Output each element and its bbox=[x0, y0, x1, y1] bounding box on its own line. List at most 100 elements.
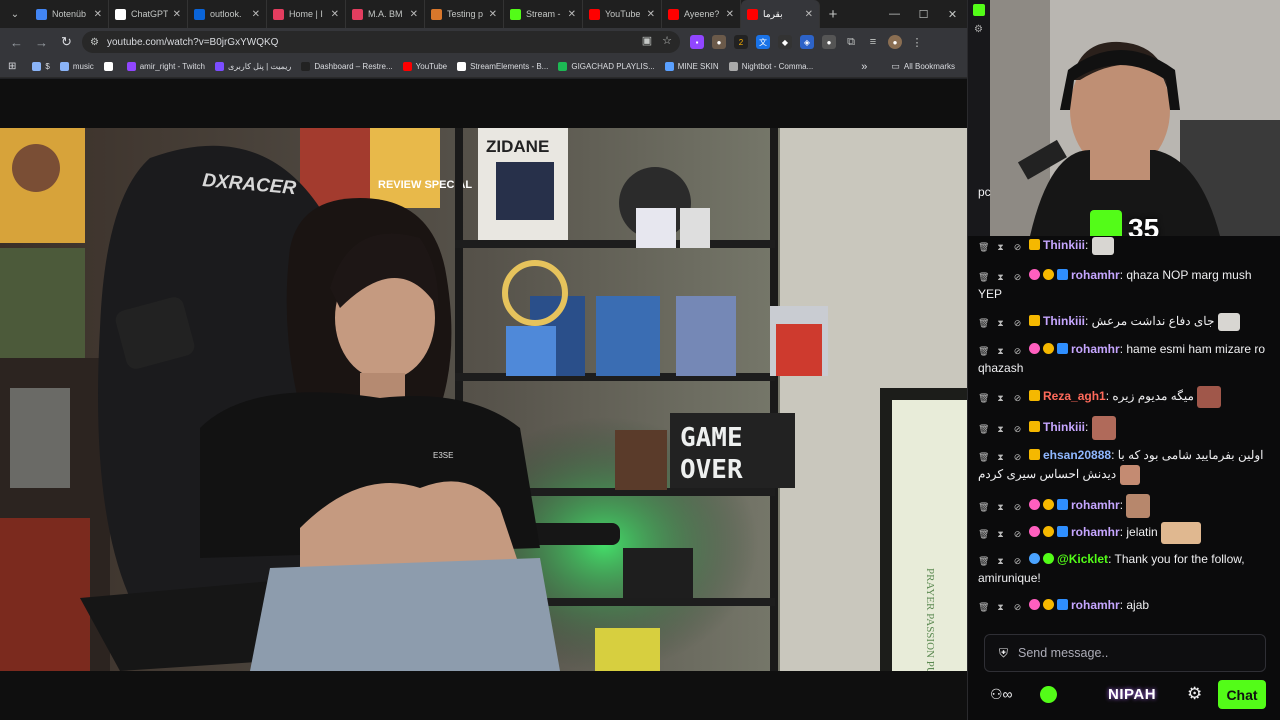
ban-icon[interactable]: ⊘ bbox=[1012, 393, 1023, 404]
chat-username[interactable]: Thinkiii bbox=[1043, 238, 1085, 252]
tab-close-icon[interactable]: ✕ bbox=[331, 9, 339, 20]
maximize-icon[interactable]: ☐ bbox=[909, 0, 938, 28]
chat-username[interactable]: Thinkiii bbox=[1043, 314, 1085, 328]
ban-icon[interactable]: ⊘ bbox=[1012, 602, 1023, 613]
delete-icon[interactable]: 🗑 bbox=[978, 502, 989, 513]
chat-username[interactable]: rohamhr bbox=[1071, 342, 1120, 356]
timeout-icon[interactable]: ⧗ bbox=[995, 242, 1006, 253]
delete-icon[interactable]: 🗑 bbox=[978, 242, 989, 253]
bookmark-item[interactable]: amir_right - Twitch bbox=[123, 62, 209, 71]
chat-username[interactable]: rohamhr bbox=[1071, 268, 1120, 282]
close-window-icon[interactable]: ✕ bbox=[938, 0, 967, 28]
browser-tab[interactable]: بقرما ✕ bbox=[741, 0, 820, 28]
delete-icon[interactable]: 🗑 bbox=[978, 452, 989, 463]
ban-icon[interactable]: ⊘ bbox=[1012, 242, 1023, 253]
browser-tab[interactable]: Testing p ✕ bbox=[425, 0, 504, 28]
delete-icon[interactable]: 🗑 bbox=[978, 529, 989, 540]
browser-tab[interactable]: Stream - ✕ bbox=[504, 0, 583, 28]
bookmark-item[interactable]: Nightbot - Comma... bbox=[725, 62, 818, 71]
apps-grid-icon[interactable]: ⊞ bbox=[8, 61, 16, 72]
extension-avatar-icon[interactable]: ● bbox=[822, 35, 836, 49]
tab-close-icon[interactable]: ✕ bbox=[805, 9, 813, 20]
chat-username[interactable]: rohamhr bbox=[1071, 598, 1120, 612]
bookmark-item[interactable]: MINE SKIN bbox=[661, 62, 723, 71]
chat-username[interactable]: rohamhr bbox=[1071, 498, 1120, 512]
popout-settings-icon[interactable]: ⚙ bbox=[974, 24, 984, 35]
ban-icon[interactable]: ⊘ bbox=[1012, 529, 1023, 540]
tab-close-icon[interactable]: ✕ bbox=[647, 9, 655, 20]
browser-tab[interactable]: outlook. ✕ bbox=[188, 0, 267, 28]
bookmark-star-icon[interactable]: ☆ bbox=[662, 34, 672, 47]
bookmark-item[interactable]: StreamElements - B... bbox=[453, 62, 552, 71]
delete-icon[interactable]: 🗑 bbox=[978, 393, 989, 404]
delete-icon[interactable]: 🗑 bbox=[978, 556, 989, 567]
minimize-icon[interactable]: — bbox=[880, 0, 909, 28]
timeout-icon[interactable]: ⧗ bbox=[995, 502, 1006, 513]
all-bookmarks[interactable]: ▭ All Bookmarks bbox=[887, 61, 959, 72]
video-player[interactable]: REVIEW SPECIAL ZIDANE GAME OVER PRAYER P… bbox=[0, 128, 967, 671]
extension-diamond-icon[interactable]: ◆ bbox=[778, 35, 792, 49]
timeout-icon[interactable]: ⧗ bbox=[995, 602, 1006, 613]
browser-tab[interactable]: Ayeene? ✕ bbox=[662, 0, 741, 28]
ban-icon[interactable]: ⊘ bbox=[1012, 452, 1023, 463]
chat-username[interactable]: @Kicklet bbox=[1057, 552, 1108, 566]
browser-tab[interactable]: ChatGPT ✕ bbox=[109, 0, 188, 28]
browser-tab[interactable]: YouTube ✕ bbox=[583, 0, 662, 28]
extension-shield-icon[interactable]: ◈ bbox=[800, 35, 814, 49]
tab-close-icon[interactable]: ✕ bbox=[489, 9, 497, 20]
browser-tab[interactable]: Notenüb ✕ bbox=[30, 0, 109, 28]
timeout-icon[interactable]: ⧗ bbox=[995, 346, 1006, 357]
tab-close-icon[interactable]: ✕ bbox=[410, 9, 418, 20]
timeout-icon[interactable]: ⧗ bbox=[995, 318, 1006, 329]
tab-close-icon[interactable]: ✕ bbox=[252, 9, 260, 20]
ban-icon[interactable]: ⊘ bbox=[1012, 424, 1023, 435]
extension-badge-icon[interactable]: 2 bbox=[734, 35, 748, 49]
back-icon[interactable]: ← bbox=[4, 35, 29, 50]
timeout-icon[interactable]: ⧗ bbox=[995, 529, 1006, 540]
extension-puzzle-icon[interactable]: ⧉ bbox=[844, 35, 858, 49]
ban-icon[interactable]: ⊘ bbox=[1012, 502, 1023, 513]
ban-icon[interactable]: ⊘ bbox=[1012, 346, 1023, 357]
channel-points-icon[interactable]: ⚇∞ bbox=[990, 686, 1013, 703]
delete-icon[interactable]: 🗑 bbox=[978, 346, 989, 357]
ban-icon[interactable]: ⊘ bbox=[1012, 272, 1023, 283]
timeout-icon[interactable]: ⧗ bbox=[995, 272, 1006, 283]
chat-send-button[interactable]: Chat bbox=[1218, 680, 1266, 709]
bookmark-item[interactable]: GIGACHAD PLAYLIS... bbox=[554, 62, 658, 71]
chat-username[interactable]: Thinkiii bbox=[1043, 420, 1085, 434]
browser-tab[interactable]: Home | I ✕ bbox=[267, 0, 346, 28]
bookmark-item[interactable]: music bbox=[56, 62, 98, 71]
forward-icon[interactable]: → bbox=[29, 35, 54, 50]
kick-emote-icon[interactable] bbox=[1040, 686, 1057, 703]
bookmark-item[interactable] bbox=[100, 62, 121, 71]
extension-translate-icon[interactable]: 文 bbox=[756, 35, 770, 49]
profile-avatar[interactable]: ● bbox=[888, 35, 902, 49]
bookmark-item[interactable]: ریمیت | پنل کاربری bbox=[211, 62, 295, 71]
browser-tab[interactable]: M.A. BM ✕ bbox=[346, 0, 425, 28]
timeout-icon[interactable]: ⧗ bbox=[995, 424, 1006, 435]
bookmarks-overflow[interactable]: » bbox=[861, 61, 867, 73]
delete-icon[interactable]: 🗑 bbox=[978, 602, 989, 613]
reload-icon[interactable]: ↻ bbox=[54, 34, 79, 50]
timeout-icon[interactable]: ⧗ bbox=[995, 393, 1006, 404]
extension-face-icon[interactable]: ● bbox=[712, 35, 726, 49]
delete-icon[interactable]: 🗑 bbox=[978, 318, 989, 329]
tab-close-icon[interactable]: ✕ bbox=[94, 9, 102, 20]
timeout-icon[interactable]: ⧗ bbox=[995, 452, 1006, 463]
extension-twitch-icon[interactable]: ▪ bbox=[690, 35, 704, 49]
chat-username[interactable]: Reza_agh1 bbox=[1043, 389, 1106, 403]
tab-search-icon[interactable]: ⌄ bbox=[0, 0, 30, 28]
bookmark-item[interactable]: YouTube bbox=[399, 62, 451, 71]
timeout-icon[interactable]: ⧗ bbox=[995, 556, 1006, 567]
chat-username[interactable]: ehsan20888 bbox=[1043, 448, 1111, 462]
new-tab-button[interactable]: + bbox=[820, 6, 846, 23]
ban-icon[interactable]: ⊘ bbox=[1012, 556, 1023, 567]
delete-icon[interactable]: 🗑 bbox=[978, 272, 989, 283]
chat-username[interactable]: rohamhr bbox=[1071, 525, 1120, 539]
cast-icon[interactable]: ▣ bbox=[642, 34, 652, 47]
chat-input[interactable]: ⛨ Send message.. bbox=[984, 634, 1266, 672]
bookmark-item[interactable]: $ bbox=[28, 62, 53, 71]
tab-close-icon[interactable]: ✕ bbox=[726, 9, 734, 20]
address-bar[interactable]: ⚙ youtube.com/watch?v=B0jrGxYWQKQ ▣ ☆ bbox=[82, 31, 680, 53]
tab-close-icon[interactable]: ✕ bbox=[173, 9, 181, 20]
